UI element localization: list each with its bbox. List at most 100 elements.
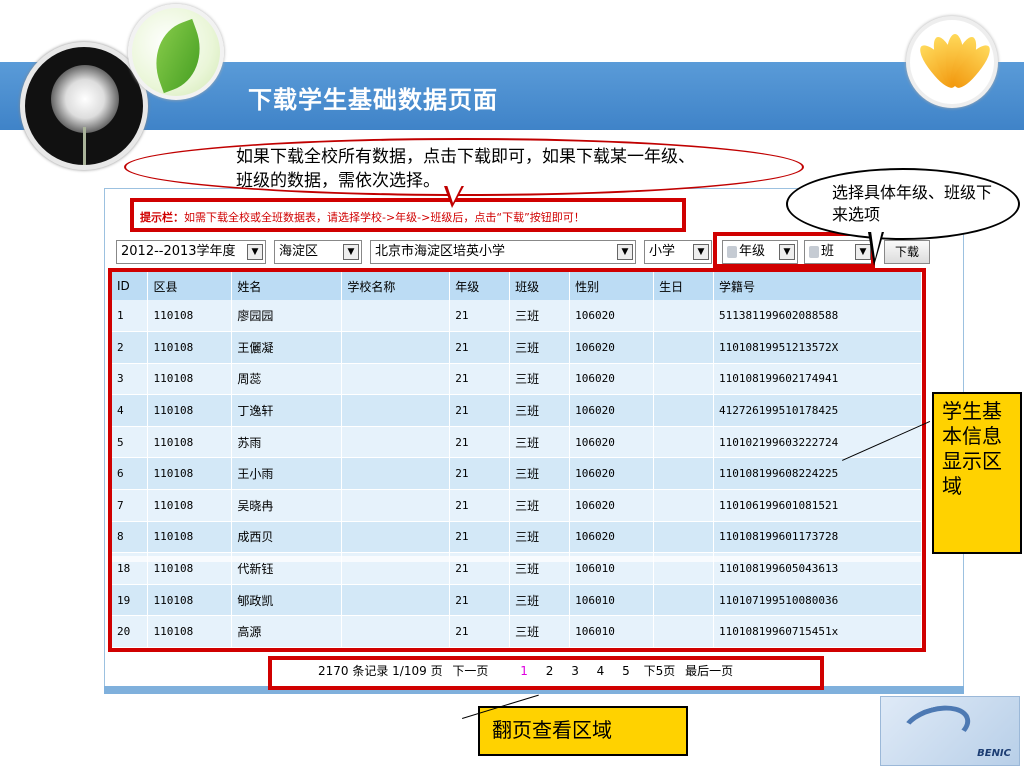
column-header: 班级 xyxy=(509,272,571,300)
table-cell: 三班 xyxy=(509,426,571,459)
table-cell xyxy=(341,521,451,554)
table-cell: 丁逸轩 xyxy=(231,394,343,427)
table-cell: 6 xyxy=(112,457,149,491)
dandelion-seed-head xyxy=(51,65,119,133)
table-cell: 21 xyxy=(449,521,511,554)
district-select[interactable]: 海淀区 ▼ xyxy=(274,240,362,264)
table-cell: 3 xyxy=(112,363,149,396)
table-cell: 王儷凝 xyxy=(231,331,343,364)
table-cell: 110108 xyxy=(147,489,233,522)
chevron-down-icon[interactable]: ▼ xyxy=(247,244,263,260)
page-link-1[interactable]: 1 xyxy=(520,664,528,678)
table-cell xyxy=(341,426,451,459)
table-body: 1 110108 廖园园 21 三班 106020 511381199602088588 2 1… xyxy=(112,300,922,648)
table-cell: 8 xyxy=(112,521,149,554)
table-cell: 21 xyxy=(449,584,511,617)
page-link-3[interactable]: 3 xyxy=(571,664,579,678)
column-header: 性别 xyxy=(569,272,655,300)
level-select-value: 小学 xyxy=(649,244,676,259)
table-row: 5 110108 苏雨 21 三班 106020 110102199603222724 xyxy=(112,426,922,459)
table-cell xyxy=(653,521,715,554)
table-row: 7 110108 吴晓冉 21 三班 106020 110106199601081521 xyxy=(112,489,922,522)
table-cell: 2 xyxy=(112,331,149,364)
leaf-image xyxy=(128,4,224,100)
table-cell: 21 xyxy=(449,615,511,648)
table-cell: 三班 xyxy=(509,331,571,364)
table-row: 1 110108 廖园园 21 三班 106020 511381199602088588 xyxy=(112,300,922,333)
table-cell xyxy=(341,489,451,522)
table-cell xyxy=(653,457,715,491)
table-cell: 21 xyxy=(449,457,511,491)
page-link-2[interactable]: 2 xyxy=(546,664,554,678)
table-cell: 110108 xyxy=(147,331,233,364)
table-cell: 周蕊 xyxy=(231,363,343,396)
table-row: 6 110108 王小雨 21 三班 106020 110108199608224225 xyxy=(112,457,922,491)
column-header: 学籍号 xyxy=(713,272,922,300)
table-cell xyxy=(341,615,451,648)
school-select[interactable]: 北京市海淀区培英小学 ▼ xyxy=(370,240,636,264)
table-cell: 106020 xyxy=(569,394,655,427)
table-cell: 廖园园 xyxy=(231,300,343,333)
table-cell: 21 xyxy=(449,331,511,364)
table-cell: 5 xyxy=(112,426,149,459)
table-cell: 110107199510080036 xyxy=(713,584,922,617)
table-cell: 苏雨 xyxy=(231,426,343,459)
table-cell: 110102199603222724 xyxy=(713,426,922,459)
table-cell: 110108 xyxy=(147,521,233,554)
table-cell: 110108 xyxy=(147,394,233,427)
table-cell: 1 xyxy=(112,300,149,333)
table-cell: 三班 xyxy=(509,521,571,554)
chevron-down-icon[interactable]: ▼ xyxy=(693,244,709,260)
download-button[interactable]: 下载 xyxy=(884,240,930,264)
table-cell: 21 xyxy=(449,363,511,396)
chevron-down-icon[interactable]: ▼ xyxy=(343,244,359,260)
record-summary: 2170 条记录 1/109 页 xyxy=(318,664,443,678)
table-cell xyxy=(653,615,715,648)
page-link-4[interactable]: 4 xyxy=(597,664,605,678)
table-cell: 成西贝 xyxy=(231,521,343,554)
student-table-highlight: ID 区县 姓名 学校名称 年级 班级 性别 生日 学籍号 1 110108 廖园园 21 三班 1060… xyxy=(108,268,926,652)
table-row: 2 110108 王儷凝 21 三班 106020 11010819951213572X xyxy=(112,331,922,364)
table-cell: 三班 xyxy=(509,363,571,396)
next-5-pages-link[interactable]: 下5页 xyxy=(644,664,676,678)
table-cell: 412726199510178425 xyxy=(713,394,922,427)
table-row: 4 110108 丁逸轩 21 三班 106020 412726199510178425 xyxy=(112,394,922,427)
table-cell: 郇政凯 xyxy=(231,584,343,617)
table-cell: 21 xyxy=(449,394,511,427)
student-table: ID 区县 姓名 学校名称 年级 班级 性别 生日 学籍号 1 110108 廖园园 21 三班 1060… xyxy=(112,272,922,648)
table-cell: 106020 xyxy=(569,521,655,554)
download-callout-text: 如果下载全校所有数据，点击下载即可，如果下载某一年级、班级的数据，需依次选择。 xyxy=(236,147,695,191)
table-row: 20 110108 高源 21 三班 106010 11010819960715451x xyxy=(112,615,922,648)
chevron-down-icon[interactable]: ▼ xyxy=(617,244,633,260)
table-header-row: ID 区县 姓名 学校名称 年级 班级 性别 生日 学籍号 xyxy=(112,272,922,300)
benic-logo: BENIC xyxy=(880,696,1020,766)
table-cell: 106010 xyxy=(569,615,655,648)
table-cell: 4 xyxy=(112,394,149,427)
table-cell: 110108199601173728 xyxy=(713,521,922,554)
last-page-link[interactable]: 最后一页 xyxy=(685,664,733,678)
prev-page-link[interactable]: 下一页 xyxy=(452,664,488,678)
table-cell xyxy=(653,394,715,427)
table-cell: 106020 xyxy=(569,489,655,522)
table-cell: 110108 xyxy=(147,584,233,617)
table-cell xyxy=(341,300,451,333)
table-cell: 吴晓冉 xyxy=(231,489,343,522)
table-cell: 王小雨 xyxy=(231,457,343,491)
table-row: 3 110108 周蕊 21 三班 106020 110108199602174941 xyxy=(112,363,922,396)
table-cell: 106020 xyxy=(569,457,655,491)
year-select[interactable]: 2012--2013学年度 ▼ xyxy=(116,240,266,264)
table-cell xyxy=(653,331,715,364)
page-link-5[interactable]: 5 xyxy=(622,664,630,678)
table-cell: 106020 xyxy=(569,300,655,333)
callout-pointer-fill xyxy=(871,231,882,259)
table-cell: 20 xyxy=(112,615,149,648)
table-cell: 110108 xyxy=(147,615,233,648)
paging-area-label: 翻页查看区域 xyxy=(478,706,688,756)
table-cell: 110108 xyxy=(147,300,233,333)
hint-text: 如需下载全校或全班数据表，请选择学校->年级->班级后，点击“下载”按钮即可！ xyxy=(184,211,585,224)
table-cell: 三班 xyxy=(509,394,571,427)
table-cell: 三班 xyxy=(509,584,571,617)
column-header: 区县 xyxy=(147,272,233,300)
level-select[interactable]: 小学 ▼ xyxy=(644,240,712,264)
table-cell: 19 xyxy=(112,584,149,617)
